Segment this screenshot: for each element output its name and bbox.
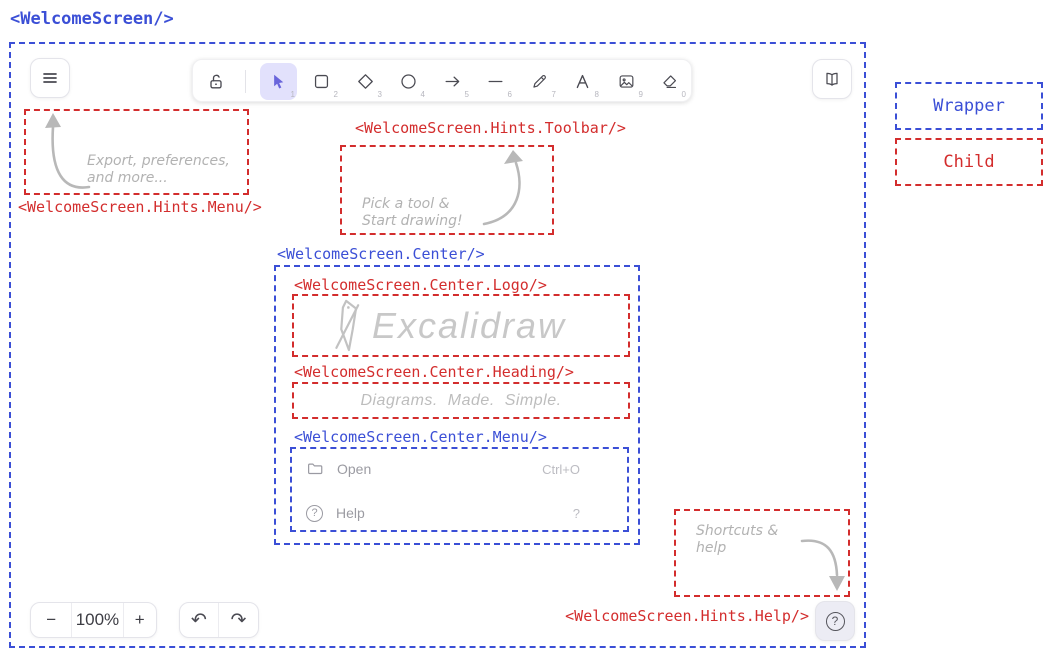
selection-tool-button[interactable]: 1 <box>260 63 297 100</box>
hints-help-label: <WelcomeScreen.Hints.Help/> <box>557 608 809 624</box>
legend-wrapper-label: Wrapper <box>933 96 1005 116</box>
hints-menu-label: <WelcomeScreen.Hints.Menu/> <box>18 199 262 215</box>
welcome-screen-wrapper: 1 2 3 4 <box>9 42 866 648</box>
center-label: <WelcomeScreen.Center/> <box>277 246 485 262</box>
library-button[interactable] <box>812 59 852 99</box>
diamond-tool-button[interactable]: 3 <box>347 63 384 100</box>
center-menu-wrapper-box: Open Ctrl+O ? Help ? <box>290 447 629 532</box>
legend-child-box: Child <box>895 138 1043 186</box>
draw-tool-button[interactable]: 7 <box>521 63 558 100</box>
lock-tool-button[interactable] <box>197 63 234 100</box>
selection-arrow-icon <box>269 72 288 91</box>
center-logo-child-box: Excalidraw <box>292 294 630 357</box>
hints-help-child-box: Shortcuts & help <box>674 509 850 597</box>
menu-item-label: Open <box>337 461 371 477</box>
eraser-icon <box>660 72 679 91</box>
hints-toolbar-child-box: Pick a tool & Start drawing! <box>340 145 554 235</box>
legend-child-label: Child <box>943 152 994 172</box>
hint-line: Start drawing! <box>362 213 463 230</box>
undo-button[interactable]: ↶ <box>180 603 219 637</box>
undo-icon: ↶ <box>191 611 207 630</box>
hints-toolbar-label: <WelcomeScreen.Hints.Toolbar/> <box>355 120 626 136</box>
menu-item-shortcut: ? <box>573 506 580 521</box>
welcome-screen-doc-page: <WelcomeScreen/> 1 <box>0 0 1053 661</box>
image-tool-button[interactable]: 9 <box>608 63 645 100</box>
tool-shortcut: 5 <box>465 90 469 99</box>
image-icon <box>617 72 636 91</box>
zoom-in-button[interactable]: + <box>124 603 156 637</box>
tool-shortcut: 7 <box>552 90 556 99</box>
page-title: <WelcomeScreen/> <box>10 9 174 29</box>
excalidraw-dagger-icon <box>332 297 362 355</box>
rectangle-icon <box>312 72 331 91</box>
menu-item-help[interactable]: ? Help ? <box>306 501 613 525</box>
redo-icon: ↷ <box>231 611 247 630</box>
help-circle-icon: ? <box>306 505 323 522</box>
tool-shortcut: 4 <box>421 90 425 99</box>
diamond-icon <box>356 72 375 91</box>
hints-menu-child-box: Export, preferences, and more... <box>24 109 249 195</box>
zoom-level[interactable]: 100% <box>72 603 123 637</box>
book-icon <box>822 69 842 89</box>
hint-line: help <box>696 540 778 557</box>
hint-line: Shortcuts & <box>696 523 778 540</box>
hamburger-icon <box>40 68 60 88</box>
arrow-icon <box>443 72 462 91</box>
hint-toolbar-text: Pick a tool & Start drawing! <box>362 196 463 230</box>
menu-item-label: Help <box>336 505 365 521</box>
tool-shortcut: 2 <box>334 90 338 99</box>
folder-icon <box>306 460 324 478</box>
toolbar: 1 2 3 4 <box>192 59 692 102</box>
hint-line: Pick a tool & <box>362 196 463 213</box>
zoom-controls: − 100% + <box>30 602 157 638</box>
help-circle-icon: ? <box>826 612 845 631</box>
center-menu-label: <WelcomeScreen.Center.Menu/> <box>294 429 547 445</box>
toolbar-divider <box>245 70 246 93</box>
history-controls: ↶ ↷ <box>179 602 259 638</box>
center-logo-label: <WelcomeScreen.Center.Logo/> <box>294 277 547 293</box>
draw-icon <box>530 72 549 91</box>
tool-shortcut: 6 <box>508 90 512 99</box>
menu-item-open[interactable]: Open Ctrl+O <box>306 457 613 481</box>
legend-wrapper-box: Wrapper <box>895 82 1043 130</box>
line-icon <box>486 72 505 91</box>
line-tool-button[interactable]: 6 <box>477 63 514 100</box>
hamburger-menu-button[interactable] <box>30 58 70 98</box>
lock-icon <box>206 72 226 92</box>
center-heading-label: <WelcomeScreen.Center.Heading/> <box>294 364 574 380</box>
hint-menu-text: Export, preferences, and more... <box>87 153 230 187</box>
hint-help-text: Shortcuts & help <box>696 523 778 557</box>
text-icon <box>573 72 592 91</box>
ellipse-tool-button[interactable]: 4 <box>390 63 427 100</box>
ellipse-icon <box>399 72 418 91</box>
center-heading-child-box: Diagrams. Made. Simple. <box>292 382 630 419</box>
tool-shortcut: 0 <box>682 90 686 99</box>
center-heading-text: Diagrams. Made. Simple. <box>294 384 628 417</box>
excalidraw-logo-text: Excalidraw <box>372 305 566 347</box>
menu-item-shortcut: Ctrl+O <box>542 462 580 477</box>
excalidraw-logo: Excalidraw <box>282 296 616 355</box>
tool-shortcut: 1 <box>291 90 295 99</box>
text-tool-button[interactable]: 8 <box>564 63 601 100</box>
tool-shortcut: 3 <box>378 90 382 99</box>
hint-line: Export, preferences, <box>87 153 230 170</box>
arrow-tool-button[interactable]: 5 <box>434 63 471 100</box>
redo-button[interactable]: ↷ <box>219 603 258 637</box>
tool-shortcut: 9 <box>639 90 643 99</box>
hint-line: and more... <box>87 170 230 187</box>
eraser-tool-button[interactable]: 0 <box>651 63 688 100</box>
center-wrapper-box: <WelcomeScreen.Center.Logo/> Excalidraw … <box>274 265 640 545</box>
tool-shortcut: 8 <box>595 90 599 99</box>
zoom-out-button[interactable]: − <box>31 603 72 637</box>
rectangle-tool-button[interactable]: 2 <box>303 63 340 100</box>
help-button[interactable]: ? <box>815 601 855 641</box>
